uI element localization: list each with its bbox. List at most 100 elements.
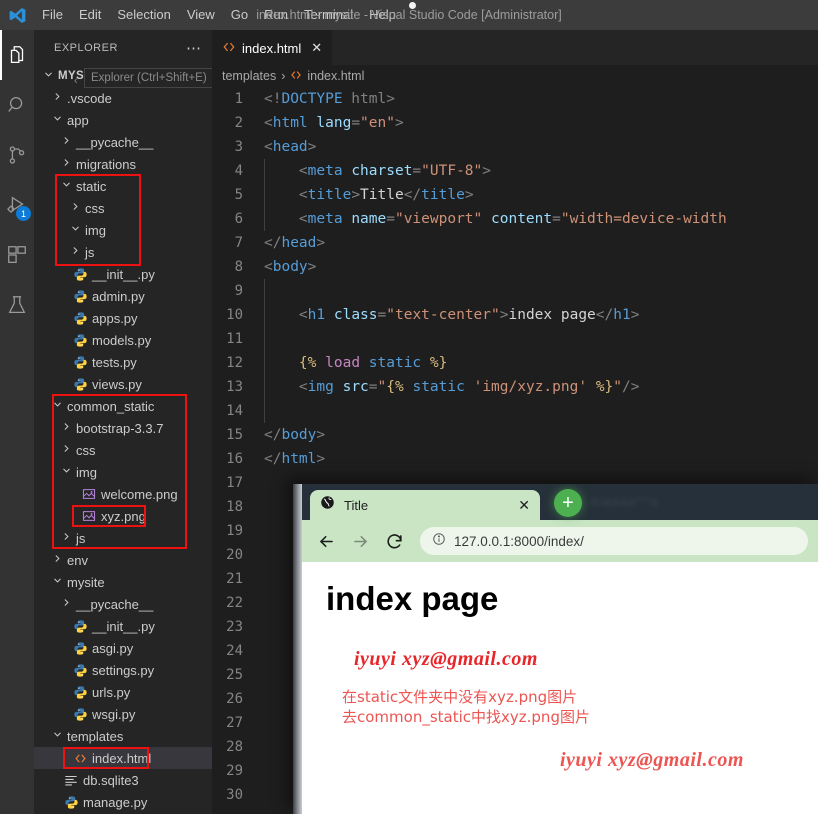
chevron-down-icon[interactable]	[69, 223, 81, 237]
tab-index-html[interactable]: index.html ✕	[212, 30, 333, 65]
activity-search-icon[interactable]	[0, 80, 34, 130]
line-text: {% load static %}	[264, 351, 447, 375]
menu-file[interactable]: File	[34, 0, 71, 30]
tree-item--vscode[interactable]: .vscode	[34, 87, 212, 109]
tree-item-app[interactable]: app	[34, 109, 212, 131]
chevron-right-icon[interactable]	[60, 157, 72, 171]
tree-item-welcome-png[interactable]: welcome.png	[34, 483, 212, 505]
tree-item-manage-py[interactable]: manage.py	[34, 791, 212, 813]
code-line[interactable]: 11	[212, 327, 818, 351]
code-line[interactable]: 5 <title>Title</title>	[212, 183, 818, 207]
tree-item--pycache-[interactable]: __pycache__	[34, 593, 212, 615]
tree-item-wsgi-py[interactable]: wsgi.py	[34, 703, 212, 725]
menu-selection[interactable]: Selection	[109, 0, 178, 30]
menu-bar[interactable]: File Edit Selection View Go Run Terminal…	[34, 0, 404, 30]
tree-item-css[interactable]: css	[34, 439, 212, 461]
browser-address-bar[interactable]: 127.0.0.1:8000/index/	[420, 527, 808, 555]
code-line[interactable]: 2 <html lang="en">	[212, 111, 818, 135]
chevron-right-icon[interactable]	[60, 135, 72, 149]
chevron-down-icon[interactable]	[51, 729, 63, 743]
menu-run[interactable]: Run	[256, 0, 296, 30]
tree-item--pycache-[interactable]: __pycache__	[34, 131, 212, 153]
chevron-down-icon[interactable]	[51, 113, 63, 127]
code-line[interactable]: 3 <head>	[212, 135, 818, 159]
browser-forward-icon[interactable]	[346, 527, 374, 555]
code-line[interactable]: 7 </head>	[212, 231, 818, 255]
tree-item-apps-py[interactable]: apps.py	[34, 307, 212, 329]
chevron-right-icon[interactable]	[60, 597, 72, 611]
tree-item--init-py[interactable]: __init__.py	[34, 615, 212, 637]
chevron-down-icon[interactable]	[60, 179, 72, 193]
tree-item-img[interactable]: img	[34, 461, 212, 483]
activity-source-control-icon[interactable]	[0, 130, 34, 180]
tree-item-css[interactable]: css	[34, 197, 212, 219]
explorer-collapse-chevron-icon[interactable]: ‹	[74, 75, 78, 87]
chevron-right-icon[interactable]	[69, 245, 81, 259]
chevron-down-icon[interactable]	[60, 465, 72, 479]
tree-item-migrations[interactable]: migrations	[34, 153, 212, 175]
browser-tab-close-icon[interactable]: ✕	[518, 497, 530, 514]
menu-go[interactable]: Go	[223, 0, 256, 30]
chevron-right-icon[interactable]	[60, 531, 72, 545]
tree-item-common-static[interactable]: common_static	[34, 395, 212, 417]
chevron-right-icon[interactable]	[51, 553, 63, 567]
chevron-down-icon[interactable]	[42, 69, 54, 83]
chevron-down-icon[interactable]	[51, 399, 63, 413]
tree-item-views-py[interactable]: views.py	[34, 373, 212, 395]
tree-item-img[interactable]: img	[34, 219, 212, 241]
code-line[interactable]: 13 <img src="{% static 'img/xyz.png' %}"…	[212, 375, 818, 399]
code-line[interactable]: 1 <!DOCTYPE html>	[212, 87, 818, 111]
code-line[interactable]: 9	[212, 279, 818, 303]
menu-terminal[interactable]: Terminal	[296, 0, 361, 30]
breadcrumb[interactable]: templates › index.html	[212, 65, 818, 87]
tree-item-xyz-png[interactable]: xyz.png	[34, 505, 212, 527]
line-number: 25	[226, 667, 243, 683]
tree-item-js[interactable]: js	[34, 241, 212, 263]
tree-item-index-html[interactable]: index.html	[34, 747, 212, 769]
code-line[interactable]: 12 {% load static %}	[212, 351, 818, 375]
chevron-right-icon[interactable]	[69, 201, 81, 215]
tree-item-asgi-py[interactable]: asgi.py	[34, 637, 212, 659]
tree-item-models-py[interactable]: models.py	[34, 329, 212, 351]
browser-back-icon[interactable]	[312, 527, 340, 555]
tree-item-tests-py[interactable]: tests.py	[34, 351, 212, 373]
file-tree[interactable]: MYSITE .vscode app __pycache__ migrations sta…	[34, 65, 212, 813]
browser-reload-icon[interactable]	[380, 527, 408, 555]
breadcrumb-file[interactable]: index.html	[307, 69, 364, 83]
browser-tab[interactable]: Title ✕	[310, 490, 540, 520]
explorer-more-actions-icon[interactable]: ⋯	[186, 39, 206, 57]
menu-help[interactable]: Help	[361, 0, 404, 30]
menu-view[interactable]: View	[179, 0, 223, 30]
activity-explorer-files-icon[interactable]	[0, 30, 34, 80]
code-line[interactable]: 16 </html>	[212, 447, 818, 471]
tree-item-admin-py[interactable]: admin.py	[34, 285, 212, 307]
chevron-down-icon[interactable]	[51, 575, 63, 589]
tree-item-urls-py[interactable]: urls.py	[34, 681, 212, 703]
browser-new-tab-button[interactable]: +	[554, 489, 582, 517]
code-line[interactable]: 4 <meta charset="UTF-8">	[212, 159, 818, 183]
activity-extensions-icon[interactable]	[0, 230, 34, 280]
tree-item-db-sqlite3[interactable]: db.sqlite3	[34, 769, 212, 791]
tree-item-js[interactable]: js	[34, 527, 212, 549]
code-line[interactable]: 6 <meta name="viewport" content="width=d…	[212, 207, 818, 231]
tree-item-settings-py[interactable]: settings.py	[34, 659, 212, 681]
code-line[interactable]: 15 </body>	[212, 423, 818, 447]
chevron-right-icon[interactable]	[60, 421, 72, 435]
chevron-right-icon[interactable]	[60, 443, 72, 457]
tree-item-static[interactable]: static	[34, 175, 212, 197]
tree-item--init-py[interactable]: __init__.py	[34, 263, 212, 285]
tree-item-bootstrap-3-3-7[interactable]: bootstrap-3.3.7	[34, 417, 212, 439]
breadcrumb-folder[interactable]: templates	[222, 69, 276, 83]
activity-run-and-debug-icon[interactable]: 1	[0, 180, 34, 230]
code-line[interactable]: 10 <h1 class="text-center">index page</h…	[212, 303, 818, 327]
tree-item-templates[interactable]: templates	[34, 725, 212, 747]
menu-edit[interactable]: Edit	[71, 0, 109, 30]
tab-close-icon[interactable]: ✕	[311, 40, 322, 56]
activity-testing-flask-icon[interactable]	[0, 280, 34, 330]
info-circle-icon[interactable]	[432, 532, 446, 551]
code-line[interactable]: 8 <body>	[212, 255, 818, 279]
tree-item-mysite[interactable]: mysite	[34, 571, 212, 593]
chevron-right-icon[interactable]	[51, 91, 63, 105]
code-line[interactable]: 14	[212, 399, 818, 423]
tree-item-env[interactable]: env	[34, 549, 212, 571]
